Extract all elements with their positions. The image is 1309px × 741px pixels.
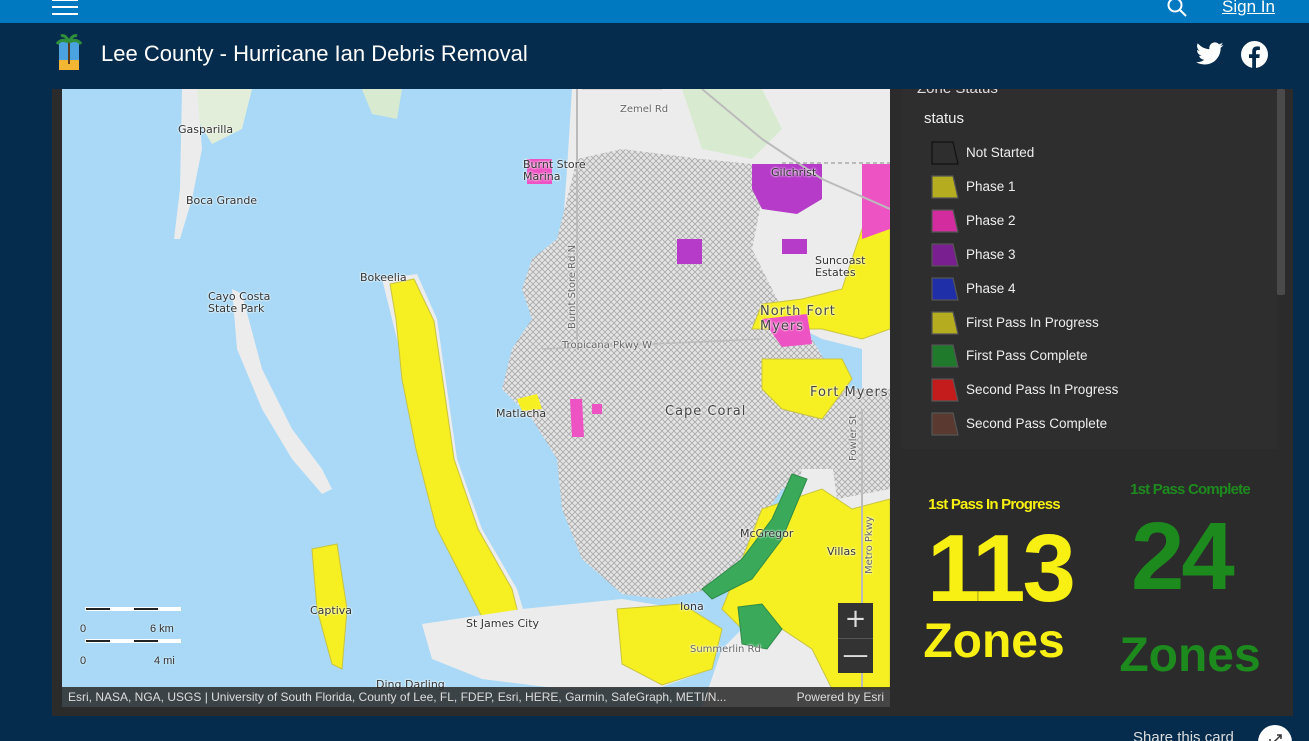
legend-label: Phase 1 — [966, 178, 1016, 194]
map-label-summerlin-rd: Summerlin Rd — [690, 644, 761, 655]
card-title-in-progress: 1st Pass In Progress — [928, 496, 1060, 513]
sign-in-link[interactable]: Sign In — [1222, 0, 1275, 17]
legend-label: Phase 3 — [966, 246, 1016, 262]
menu-icon[interactable] — [52, 0, 78, 16]
map-label-matlacha: Matlacha — [496, 407, 547, 420]
map-label-burnt-store-rd: Burnt Store Rd N — [567, 244, 578, 329]
scale-metric-zero: 0 — [80, 623, 87, 635]
map-view[interactable]: Gasparilla Boca Grande Cayo Costa State … — [62, 89, 890, 707]
card-value-complete: 24 — [1131, 503, 1235, 610]
map-label-zemel-rd: Zemel Rd — [620, 104, 669, 115]
map-label-bokeelia: Bokeelia — [360, 271, 407, 284]
card-unit-complete: Zones — [1119, 629, 1261, 682]
map-label-boca-grande: Boca Grande — [186, 194, 258, 207]
card-first-pass-in-progress: 1st Pass In Progress 113 Zones — [901, 460, 1087, 705]
legend-item: Phase 3 — [931, 241, 1251, 269]
powered-by-esri[interactable]: Powered by Esri — [797, 687, 884, 707]
legend-item: Second Pass In Progress — [931, 376, 1251, 404]
legend-item: Not Started — [931, 139, 1251, 167]
legend-label: Not Started — [966, 145, 1035, 160]
map-label-metro-pkwy: Metro Pkwy — [864, 516, 875, 574]
legend-swatch — [931, 209, 959, 233]
scale-imperial-zero: 0 — [80, 655, 87, 667]
legend-field-name: status — [924, 110, 965, 127]
map-label-cayo-costa: Cayo Costa State Park — [208, 290, 271, 315]
scale-metric-max: 6 km — [150, 623, 174, 635]
legend-panel[interactable]: Zone Status status Not Started Phase 1 Pha… — [901, 89, 1277, 449]
map-label-north-fort-myers: North Fort Myers — [760, 304, 836, 334]
legend-item: Phase 1 — [931, 173, 1251, 201]
map-label-fowler-st: Fowler St — [848, 414, 859, 461]
legend-label: Phase 2 — [966, 212, 1016, 228]
legend-label: Phase 4 — [966, 280, 1016, 296]
facebook-icon[interactable] — [1241, 41, 1268, 68]
map-label-gasparilla: Gasparilla — [178, 123, 234, 136]
legend-swatch — [931, 310, 959, 335]
map-attribution: Esri, NASA, NGA, USGS | University of So… — [62, 687, 890, 707]
card-unit-in-progress: Zones — [923, 615, 1065, 668]
legend-scrollbar[interactable] — [1277, 89, 1285, 295]
map-label-tropicana-pkwy: Tropicana Pkwy W — [562, 340, 653, 351]
legend-item: Phase 4 — [931, 275, 1251, 303]
map-label-mcgregor: McGregor — [740, 527, 794, 540]
search-icon[interactable] — [1166, 0, 1188, 18]
legend-item: Phase 2 — [931, 207, 1251, 235]
card-value-in-progress: 113 — [927, 515, 1076, 622]
legend-label: Second Pass In Progress — [966, 382, 1119, 398]
legend-swatch — [931, 412, 959, 436]
scale-bar: 0 6 km 0 4 mi — [80, 605, 190, 667]
map-label-gilchrist: Gilchrist — [771, 166, 817, 179]
legend-swatch — [931, 276, 959, 301]
twitter-icon[interactable] — [1196, 42, 1224, 66]
legend-swatch — [931, 243, 959, 267]
top-bar: Sign In — [0, 0, 1309, 23]
legend-title: Zone Status — [917, 89, 998, 97]
map-label-villas: Villas — [827, 545, 856, 558]
card-title-complete: 1st Pass Complete — [1130, 481, 1251, 498]
legend-item: First Pass Complete — [931, 342, 1251, 370]
county-logo-icon — [55, 34, 83, 70]
share-icon[interactable] — [1258, 725, 1292, 741]
map-label-suncoast-estates: Suncoast Estates — [815, 254, 866, 279]
legend-swatch — [931, 141, 959, 165]
legend-item: First Pass In Progress — [931, 309, 1251, 337]
legend-item: Second Pass Complete — [931, 410, 1251, 438]
zoom-in-button[interactable]: + — [838, 603, 873, 638]
map-label-fort-myers: Fort Myers — [810, 385, 889, 400]
attribution-text: Esri, NASA, NGA, USGS | University of So… — [68, 690, 727, 704]
map-label-st-james-city: St James City — [466, 617, 540, 630]
legend-swatch — [931, 344, 959, 368]
map-label-cape-coral: Cape Coral — [665, 404, 747, 419]
map-label-captiva: Captiva — [310, 604, 353, 617]
legend-swatch — [931, 378, 959, 402]
card-first-pass-complete: 1st Pass Complete 24 Zones — [1097, 460, 1283, 705]
zoom-out-button[interactable]: — — [838, 638, 873, 673]
legend-label: First Pass Complete — [966, 348, 1088, 364]
legend-label: Second Pass Complete — [966, 416, 1108, 432]
app-title: Lee County - Hurricane Ian Debris Remova… — [101, 41, 528, 66]
legend-swatch — [931, 175, 959, 199]
app-header: Lee County - Hurricane Ian Debris Remova… — [0, 23, 1309, 89]
map-label-iona: Iona — [680, 600, 704, 613]
share-card-label: Share this card — [1133, 729, 1234, 741]
legend-label: First Pass In Progress — [966, 314, 1099, 330]
scale-imperial-max: 4 mi — [154, 655, 175, 667]
map-label-burnt-store-marina: Burnt Store Marina — [523, 158, 586, 183]
zoom-controls: + — — [838, 603, 873, 673]
